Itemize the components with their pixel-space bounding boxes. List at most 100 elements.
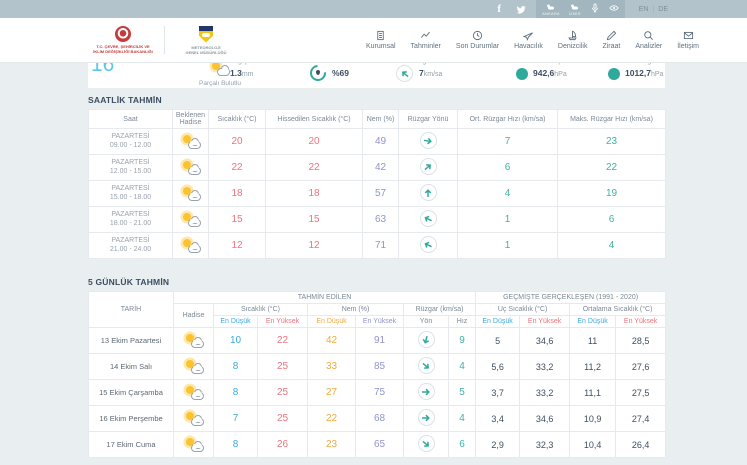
daily-wind-speed: 4 bbox=[447, 353, 477, 380]
col-saat: Saat bbox=[88, 109, 173, 129]
hourly-day: PAZARTESİ bbox=[111, 210, 150, 218]
wind-direction-icon bbox=[417, 383, 435, 401]
hourly-row: PAZARTESİ 12.00 - 15.00 22 22 42 6 22 bbox=[88, 154, 666, 181]
city-weather-tile-izmir[interactable]: İZMİR bbox=[569, 3, 581, 16]
logo-area: T.C. ÇEVRE, ŞEHİRCİLİK VE İKLİM DEĞİŞİKL… bbox=[92, 25, 237, 55]
logo-divider bbox=[164, 26, 165, 54]
plane-icon bbox=[522, 32, 533, 41]
hourly-humidity: 71 bbox=[362, 232, 399, 259]
daily-hum-min: 22 bbox=[307, 405, 356, 432]
daily-ext-min: 5,6 bbox=[475, 353, 521, 380]
daily-wind-speed: 6 bbox=[447, 431, 477, 458]
wind-direction-icon bbox=[417, 435, 435, 453]
col-maks-ruzgar: Maks. Rüzgar Hızı (km/sa) bbox=[557, 109, 666, 129]
daily-wind-speed: 5 bbox=[447, 379, 477, 406]
current-condition-label: Parçalı Bulutlu bbox=[199, 80, 241, 87]
hourly-feels-like: 22 bbox=[265, 154, 363, 181]
wind-direction-icon bbox=[419, 132, 437, 150]
current-temperature: 16°C bbox=[91, 63, 124, 76]
daily-date: 17 Ekim Cuma bbox=[88, 431, 174, 458]
daily-ext-min: 3,4 bbox=[475, 405, 521, 432]
nav-havacilik[interactable]: Havacılık bbox=[514, 30, 543, 50]
partly-cloudy-icon bbox=[183, 411, 205, 426]
partly-cloudy-icon bbox=[180, 212, 202, 227]
partly-cloudy-icon bbox=[180, 160, 202, 175]
daily-row: 13 Ekim Pazartesi 10 22 42 91 9 5 34,6 1… bbox=[88, 327, 667, 354]
eye-icon[interactable] bbox=[609, 0, 619, 18]
nav-iletisim[interactable]: İletişim bbox=[677, 30, 699, 50]
daily-wind-speed: 4 bbox=[447, 405, 477, 432]
daily-temp-max: 26 bbox=[257, 431, 308, 458]
twitter-icon[interactable] bbox=[514, 2, 528, 16]
microphone-icon[interactable] bbox=[590, 0, 600, 18]
ministry-logo[interactable]: T.C. ÇEVRE, ŞEHİRCİLİK VE İKLİM DEĞİŞİKL… bbox=[92, 26, 154, 54]
col-temp-min: En Düşük bbox=[213, 315, 258, 328]
nav-denizcilik[interactable]: Denizcilik bbox=[558, 30, 587, 50]
city-tile-label: ANKARA bbox=[542, 10, 560, 16]
daily-hum-min: 42 bbox=[307, 327, 356, 354]
hourly-avg-wind: 4 bbox=[457, 180, 558, 207]
hourly-temp: 20 bbox=[208, 128, 266, 155]
col-sicaklik: Sıcaklık (°C) bbox=[208, 109, 266, 129]
col-hadise: Hadise bbox=[173, 303, 214, 328]
hourly-time-range: 21.00 - 24.00 bbox=[109, 245, 152, 253]
lang-de[interactable]: DE bbox=[658, 6, 668, 13]
daily-avg-max: 27,5 bbox=[615, 379, 667, 406]
mgm-shield-icon bbox=[199, 25, 213, 43]
envelope-icon bbox=[683, 31, 693, 40]
hourly-temp: 15 bbox=[208, 206, 266, 233]
daily-ext-max: 34,6 bbox=[519, 405, 571, 432]
col-avg-min: En Düşük bbox=[569, 315, 617, 328]
partly-cloudy-icon bbox=[183, 385, 205, 400]
daily-hum-min: 33 bbox=[307, 353, 356, 380]
group-sicaklik: Sıcaklık (°C) bbox=[213, 303, 308, 316]
partly-cloudy-icon bbox=[180, 134, 202, 149]
daily-hum-max: 75 bbox=[355, 379, 404, 406]
daily-ext-min: 3,7 bbox=[475, 379, 521, 406]
hourly-max-wind: 23 bbox=[557, 128, 666, 155]
wind-direction-icon bbox=[419, 158, 437, 176]
group-nem: Nem (%) bbox=[307, 303, 404, 316]
nav-tahminler[interactable]: Tahminler bbox=[411, 30, 441, 50]
hourly-day: PAZARTESİ bbox=[111, 236, 150, 244]
group-ruzgar: Rüzgar (km/sa) bbox=[402, 303, 477, 316]
hourly-avg-wind: 1 bbox=[457, 232, 558, 259]
daily-section-title: 5 GÜNLÜK TAHMİN bbox=[88, 277, 170, 287]
nav-ziraat[interactable]: Ziraat bbox=[602, 30, 620, 50]
nav-analizler[interactable]: Analizler bbox=[635, 30, 662, 50]
nav-son-durumlar[interactable]: Son Durumlar bbox=[456, 30, 499, 50]
wind-direction-icon bbox=[417, 331, 435, 349]
clock-icon bbox=[472, 30, 483, 41]
topbar-quick-group: ANKARA İZMİR bbox=[536, 0, 625, 18]
current-weather-card: 16°C Parçalı Bulutlu Yağış 1.3mm Nem %69… bbox=[88, 63, 665, 88]
daily-temp-min: 8 bbox=[213, 353, 258, 380]
lang-separator: | bbox=[652, 5, 655, 13]
hourly-time-range: 12.00 - 15.00 bbox=[109, 167, 152, 175]
wheat-icon bbox=[606, 30, 617, 41]
nav-kurumsal[interactable]: Kurumsal bbox=[366, 30, 396, 50]
hourly-time-range: 09.00 - 12.00 bbox=[109, 141, 152, 149]
group-gecmiste-gerceklesen: GEÇMİŞTE GERÇEKLEŞEN (1991 - 2020) bbox=[475, 291, 667, 304]
city-weather-tile-ankara[interactable]: ANKARA bbox=[542, 3, 560, 16]
daily-temp-max: 25 bbox=[257, 405, 308, 432]
daily-wind-speed: 9 bbox=[447, 327, 477, 354]
hourly-humidity: 49 bbox=[362, 128, 399, 155]
daily-row: 16 Ekim Perşembe 7 25 22 68 4 3,4 34,6 1… bbox=[88, 405, 667, 432]
hourly-feels-like: 18 bbox=[265, 180, 363, 207]
mgm-logo[interactable]: METEOROLOJİ GENEL MÜDÜRLÜĞÜ bbox=[175, 25, 237, 55]
daily-row: 15 Ekim Çarşamba 8 25 27 75 5 3,7 33,2 1… bbox=[88, 379, 667, 406]
facebook-icon[interactable]: f bbox=[492, 2, 506, 16]
hourly-row: PAZARTESİ 21.00 - 24.00 12 12 71 1 4 bbox=[88, 232, 666, 259]
col-hum-max: En Yüksek bbox=[355, 315, 404, 328]
daily-avg-max: 27,4 bbox=[615, 405, 667, 432]
hourly-avg-wind: 6 bbox=[457, 154, 558, 181]
partly-cloudy-icon bbox=[183, 333, 205, 348]
hourly-temp: 22 bbox=[208, 154, 266, 181]
lang-en[interactable]: EN bbox=[639, 6, 649, 13]
partly-cloudy-icon bbox=[180, 238, 202, 253]
daily-avg-max: 26,4 bbox=[615, 431, 667, 458]
hourly-max-wind: 4 bbox=[557, 232, 666, 259]
hourly-temp: 12 bbox=[208, 232, 266, 259]
hourly-humidity: 42 bbox=[362, 154, 399, 181]
col-beklenen-hadise: Beklenen Hadise bbox=[172, 109, 209, 129]
